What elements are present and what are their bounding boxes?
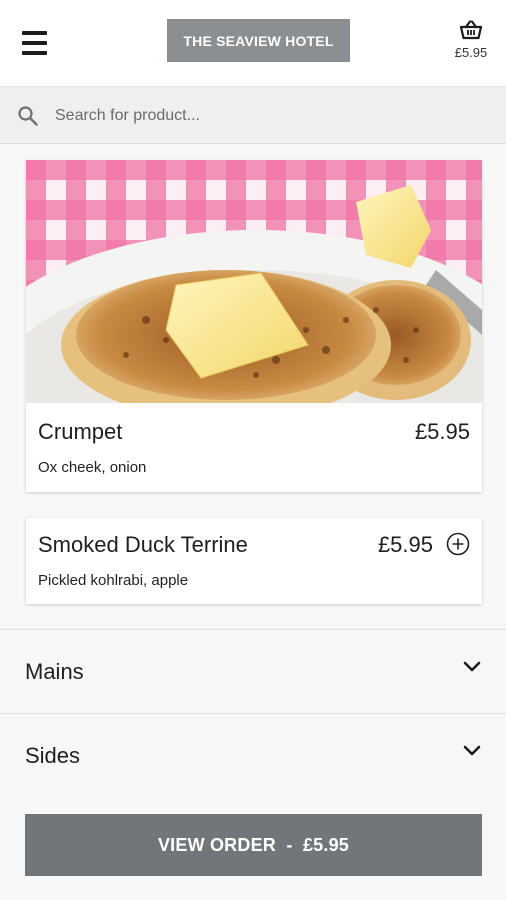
category-title: Sides <box>25 743 81 768</box>
search-icon <box>18 106 38 126</box>
add-circle-icon[interactable] <box>446 532 470 556</box>
category-mains[interactable]: Mains <box>0 629 506 713</box>
crumpet-image[interactable] <box>26 160 482 403</box>
basket-icon <box>459 20 483 40</box>
view-order-label: VIEW ORDER - £5.95 <box>157 834 350 855</box>
chevron-down-icon <box>463 661 481 672</box>
item-price: £5.95 <box>414 419 470 444</box>
item-name: Smoked Duck Terrine <box>38 532 248 557</box>
category-sides[interactable]: Sides <box>0 713 506 797</box>
hotel-logo-text: THE SEAVIEW HOTEL <box>183 32 334 49</box>
item-name: Crumpet <box>38 419 123 444</box>
menu-item-card[interactable]: Crumpet £5.95 Ox cheek, onion <box>26 160 482 492</box>
basket-button[interactable]: £5.95 <box>448 20 494 68</box>
item-description: Pickled kohlrabi, apple <box>38 572 189 589</box>
category-title: Mains <box>25 659 84 684</box>
basket-total: £5.95 <box>454 45 488 60</box>
menu-icon <box>22 31 47 35</box>
view-order-button[interactable]: VIEW ORDER - £5.95 <box>25 814 482 876</box>
item-description: Ox cheek, onion <box>38 459 147 476</box>
item-price: £5.95 <box>377 532 433 557</box>
hotel-logo[interactable]: THE SEAVIEW HOTEL <box>167 19 350 62</box>
menu-item-card[interactable]: Smoked Duck Terrine £5.95 Pickled kohlra… <box>26 518 482 604</box>
menu-button[interactable] <box>22 31 48 55</box>
app-header: THE SEAVIEW HOTEL £5.95 <box>0 0 506 86</box>
search-input[interactable] <box>55 101 485 131</box>
chevron-down-icon <box>463 745 481 756</box>
search-bar <box>0 86 506 144</box>
